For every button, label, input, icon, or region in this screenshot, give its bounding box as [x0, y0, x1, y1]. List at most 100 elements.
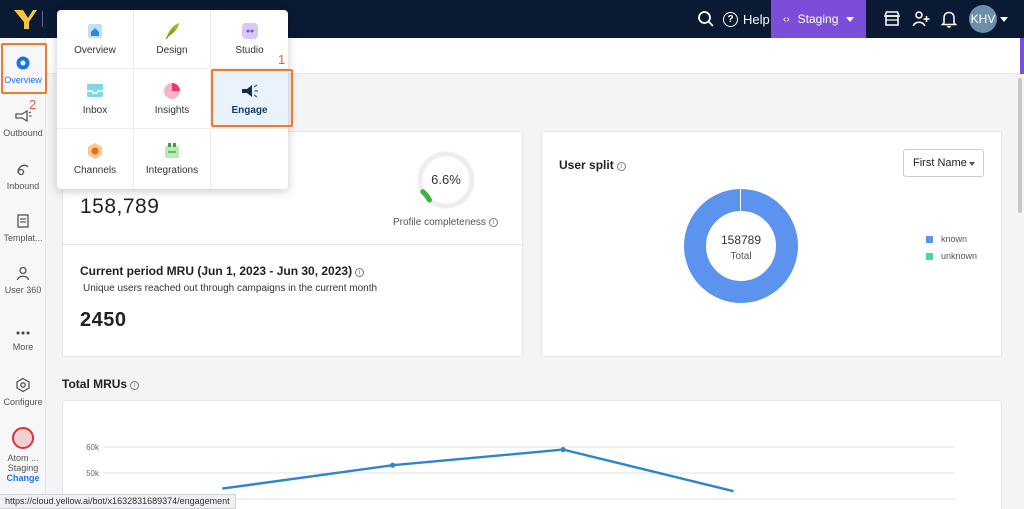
menu-item-label: Inbox — [82, 105, 108, 116]
sidebar-item-label: Outbound — [3, 128, 43, 138]
inbound-icon — [17, 164, 29, 176]
total-mrus-title: Total MRUs — [62, 377, 128, 391]
sidebar-item-more[interactable]: More — [0, 328, 46, 352]
overview-highlight-box — [1, 43, 47, 94]
donut-center-value: 158789 — [721, 233, 761, 247]
avatar-chevron-down-icon[interactable] — [1000, 17, 1008, 22]
menu-item-channels[interactable]: Channels — [57, 130, 134, 189]
home-icon — [88, 24, 102, 38]
engage-highlight-box — [211, 69, 293, 127]
menu-item-label: Design — [156, 45, 188, 56]
code-icon: ‹› — [783, 13, 790, 25]
chevron-down-icon — [846, 17, 854, 22]
status-bar-url: https://cloud.yellow.ai/bot/x16328316893… — [0, 494, 236, 509]
legend-item-known[interactable]: known — [926, 234, 967, 244]
sidebar-item-label: User 360 — [4, 285, 42, 295]
card-divider — [63, 244, 522, 245]
menu-item-integrations[interactable]: Integrations — [134, 130, 211, 189]
total-mrus-line-chart: 60k 50k — [86, 443, 955, 500]
user-icon — [16, 266, 30, 281]
menu-item-label: Overview — [74, 45, 116, 56]
integrations-icon — [165, 143, 179, 158]
completeness-label: Profile completeness — [393, 217, 486, 228]
page-scrollbar[interactable] — [1018, 78, 1022, 213]
bell-icon[interactable] — [939, 9, 959, 29]
user-split-title-row: User split i — [559, 158, 626, 172]
sidebar-item-label: Templat... — [3, 233, 43, 243]
user-split-donut: 158789 Total — [684, 189, 798, 303]
sidebar-item-templates[interactable]: Templat... — [0, 213, 46, 243]
select-value: First Name — [913, 157, 967, 169]
annotation-number-2: 2 — [29, 97, 37, 112]
info-icon[interactable]: i — [355, 268, 365, 277]
environment-selector[interactable]: ‹› Staging — [771, 0, 866, 38]
total-users-value: 158,789 — [80, 195, 160, 218]
mru-subtitle: Unique users reached out through campaig… — [83, 283, 378, 294]
feather-icon — [165, 23, 179, 40]
add-user-icon[interactable] — [911, 9, 931, 29]
studio-icon — [241, 23, 258, 39]
sidebar-item-label: Inbound — [6, 181, 40, 191]
sidebar-item-label: More — [12, 342, 34, 352]
y-tick-label: 50k — [86, 469, 100, 478]
menu-item-label: Insights — [154, 105, 190, 116]
content-header-accent — [1020, 38, 1024, 74]
menu-item-overview[interactable]: Overview — [57, 10, 134, 69]
info-icon[interactable]: i — [488, 218, 498, 227]
info-icon[interactable]: i — [130, 381, 140, 390]
user-split-title: User split — [559, 158, 614, 172]
sidebar-item-inbound[interactable]: Inbound — [0, 161, 46, 191]
change-bot-link[interactable]: Change — [0, 473, 46, 483]
environment-label: Staging — [797, 12, 839, 26]
store-icon[interactable] — [882, 9, 902, 29]
legend-label: known — [941, 234, 968, 244]
help-label: Help — [743, 11, 770, 27]
bot-switcher[interactable]: Atom ... Staging Change — [0, 427, 46, 483]
chevron-down-icon — [969, 162, 975, 166]
profile-completeness-gauge: 6.6% — [417, 151, 475, 209]
mru-data-point[interactable] — [560, 447, 566, 453]
total-mrus-title-row: Total MRUs i — [62, 377, 140, 391]
help-icon: ? — [723, 11, 738, 27]
more-dots-icon — [16, 331, 30, 335]
donut-center-label: Total — [730, 251, 751, 262]
configure-icon — [16, 377, 30, 393]
help-button[interactable]: ? Help — [723, 9, 770, 29]
left-sidebar: Overview Outbound Inbound Templat... Use… — [0, 38, 46, 509]
info-icon[interactable]: i — [616, 162, 626, 171]
user-avatar[interactable]: KHV — [969, 5, 997, 33]
mru-series-line — [222, 448, 734, 493]
total-mrus-card: 60k 50k — [62, 400, 1002, 509]
pie-chart-icon — [164, 83, 180, 99]
annotation-number-1: 1 — [278, 52, 286, 67]
y-tick-label: 60k — [86, 443, 100, 452]
completeness-label-row: Profile completeness i — [393, 217, 498, 228]
menu-item-studio[interactable]: Studio — [211, 10, 288, 69]
bot-env: Staging — [7, 463, 39, 473]
mru-title-row: Current period MRU (Jun 1, 2023 - Jun 30… — [80, 264, 365, 278]
legend-label: unknown — [941, 251, 978, 261]
menu-item-label: Integrations — [145, 165, 199, 176]
sidebar-item-outbound[interactable]: Outbound — [0, 108, 46, 138]
menu-item-insights[interactable]: Insights — [134, 70, 211, 129]
mru-data-point[interactable] — [390, 462, 396, 468]
channels-icon — [88, 143, 102, 159]
menu-item-design[interactable]: Design — [134, 10, 211, 69]
sidebar-item-user-360[interactable]: User 360 — [0, 265, 46, 295]
mru-value: 2450 — [80, 309, 127, 331]
bot-avatar — [12, 427, 34, 449]
completeness-progress-arc — [420, 189, 432, 203]
legend-swatch — [926, 235, 933, 243]
inbox-icon — [87, 84, 103, 97]
logo-divider — [42, 11, 43, 27]
legend-swatch — [926, 252, 933, 260]
legend-item-unknown[interactable]: unknown — [926, 251, 977, 261]
sidebar-item-configure[interactable]: Configure — [0, 377, 46, 407]
search-icon[interactable] — [696, 9, 716, 29]
menu-item-label: Channels — [73, 165, 117, 176]
user-split-attribute-select[interactable]: First Name — [903, 149, 984, 177]
bot-name: Atom ... — [7, 453, 39, 463]
menu-item-inbox[interactable]: Inbox — [57, 70, 134, 129]
yellow-logo-icon[interactable] — [12, 7, 38, 31]
sidebar-item-label: Configure — [3, 397, 43, 407]
